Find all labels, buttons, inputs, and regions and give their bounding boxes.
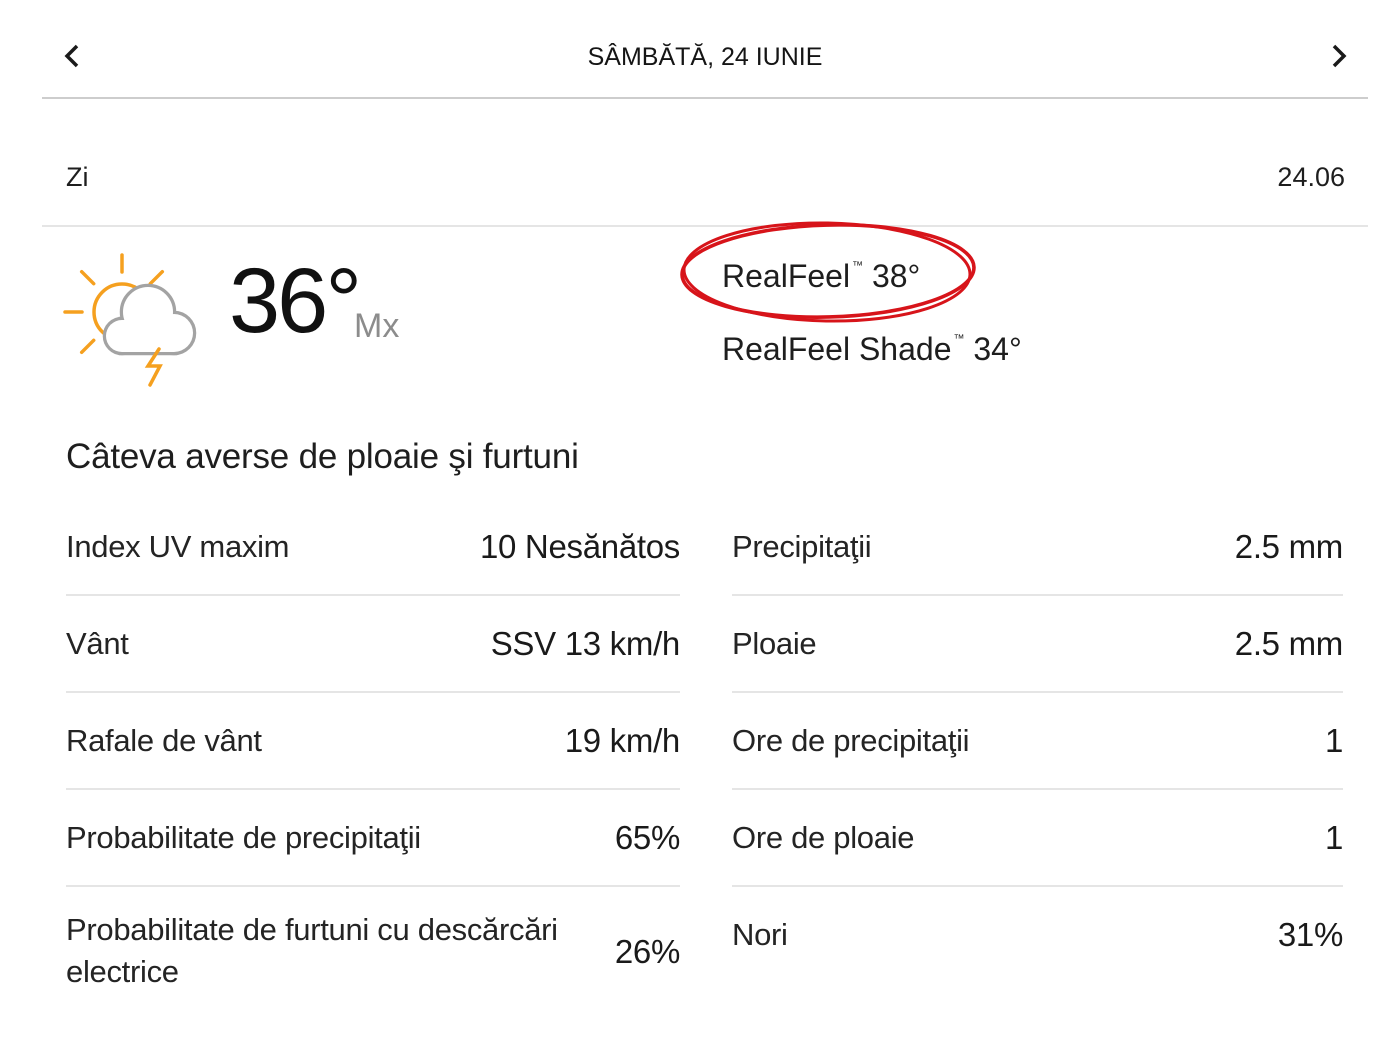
detail-value: 10 Nesănătos xyxy=(479,528,680,565)
detail-row-uv-index: Index UV maxim 10 Nesănătos xyxy=(66,499,680,596)
detail-label: Ore de precipitaţii xyxy=(732,722,970,758)
details-left-column: Index UV maxim 10 Nesănătos Vânt SSV 13 … xyxy=(66,499,680,1015)
trademark-mark: ™ xyxy=(852,260,864,272)
detail-row-cloud-cover: Nori 31% xyxy=(732,887,1343,982)
detail-label: Ploaie xyxy=(732,625,817,661)
next-day-button[interactable] xyxy=(1326,40,1350,72)
page-title: SÂMBĂTĂ, 24 IUNIE xyxy=(587,43,823,71)
realfeel-label: RealFeel xyxy=(722,258,851,294)
condition-description: Câteva averse de ploaie şi furtuni xyxy=(66,437,579,476)
detail-label: Index UV maxim xyxy=(66,528,290,564)
detail-value: SSV 13 km/h xyxy=(490,625,681,662)
detail-row-thunderstorm-probability: Probabilitate de furtuni cu descărcări e… xyxy=(66,887,680,1015)
detail-label: Rafale de vânt xyxy=(66,722,262,758)
realfeel: RealFeel ™ 38° xyxy=(722,258,920,294)
detail-row-wind-gusts: Rafale de vânt 19 km/h xyxy=(66,693,680,790)
temperature-value: 36° xyxy=(229,250,362,352)
detail-label: Probabilitate de precipitaţii xyxy=(66,819,421,855)
detail-value: 2.5 mm xyxy=(1234,625,1344,662)
detail-label: Ore de ploaie xyxy=(732,819,915,855)
detail-row-precipitation: Precipitaţii 2.5 mm xyxy=(732,499,1343,596)
partly-sunny-thunderstorm-icon xyxy=(63,253,197,387)
detail-value: 65% xyxy=(614,819,680,856)
detail-label: Precipitaţii xyxy=(732,528,872,564)
previous-day-button[interactable] xyxy=(61,40,85,72)
period-divider xyxy=(42,225,1368,227)
detail-row-rain: Ploaie 2.5 mm xyxy=(732,596,1343,693)
period-label: Zi xyxy=(66,162,89,192)
detail-row-rain-hours: Ore de ploaie 1 xyxy=(732,790,1343,887)
detail-value: 31% xyxy=(1277,916,1343,953)
detail-label: Vânt xyxy=(66,625,129,661)
detail-row-precipitation-hours: Ore de precipitaţii 1 xyxy=(732,693,1343,790)
realfeel-shade: RealFeel Shade ™ 34° xyxy=(722,331,1022,367)
chevron-right-icon xyxy=(1332,44,1347,68)
detail-value: 1 xyxy=(1324,819,1343,856)
detail-value: 1 xyxy=(1324,722,1343,759)
detail-value: 2.5 mm xyxy=(1234,528,1344,565)
detail-label: Probabilitate de furtuni cu descărcări e… xyxy=(66,912,558,989)
detail-value: 19 km/h xyxy=(564,722,681,759)
header-divider xyxy=(42,97,1368,99)
detail-label: Nori xyxy=(732,916,788,952)
realfeel-shade-value: 34° xyxy=(973,331,1022,367)
realfeel-value: 38° xyxy=(871,258,921,294)
trademark-mark: ™ xyxy=(953,333,965,345)
period-date: 24.06 xyxy=(1277,162,1345,192)
detail-row-wind: Vânt SSV 13 km/h xyxy=(66,596,680,693)
chevron-left-icon xyxy=(64,44,79,68)
details-right-column: Precipitaţii 2.5 mm Ploaie 2.5 mm Ore de… xyxy=(732,499,1343,982)
temperature-qualifier: Mx xyxy=(354,307,400,345)
realfeel-shade-label: RealFeel Shade xyxy=(722,331,952,367)
detail-row-precipitation-probability: Probabilitate de precipitaţii 65% xyxy=(66,790,680,887)
detail-value: 26% xyxy=(614,932,680,970)
